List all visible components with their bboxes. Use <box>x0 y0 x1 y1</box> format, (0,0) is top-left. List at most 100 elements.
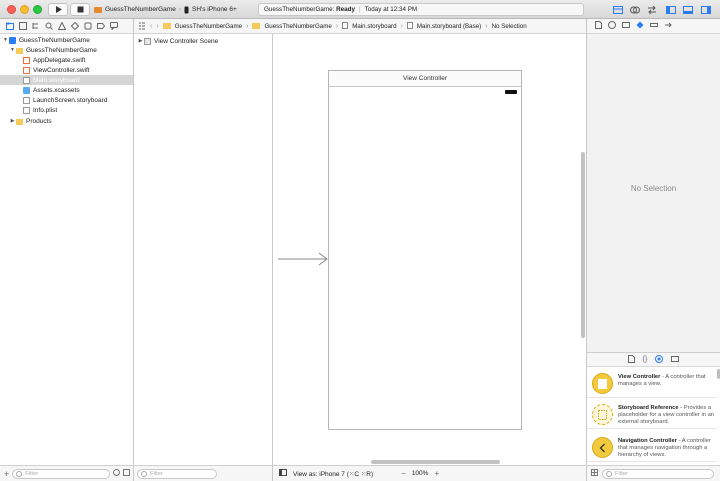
assistant-editor-icon <box>630 6 640 13</box>
chevron-right-icon: › <box>178 6 181 13</box>
media-library-tab[interactable] <box>671 355 680 365</box>
object-library-icon <box>655 354 664 363</box>
tree-file-infoplist[interactable]: Info.plist <box>0 105 133 115</box>
symbol-navigator-tab[interactable] <box>32 22 40 30</box>
file-inspector-tab[interactable] <box>595 21 602 31</box>
zoom-in-button[interactable]: + <box>434 469 439 478</box>
library-item-name: Navigation Controller <box>618 438 677 444</box>
disclosure-open-icon[interactable]: ▼ <box>9 47 16 53</box>
disclosure-closed-icon[interactable]: ▶ <box>137 38 144 44</box>
project-navigator-tab[interactable] <box>6 22 14 30</box>
outline-filter-input[interactable]: Filter <box>137 468 217 479</box>
attributes-inspector-tab[interactable] <box>636 21 644 31</box>
run-button[interactable] <box>48 3 68 16</box>
library-item-text: View Controller - A controller that mana… <box>618 374 706 387</box>
jumpbar-crumb-3[interactable]: Main.storyboard <box>352 23 396 30</box>
horizontal-scrollbar[interactable] <box>371 460 500 464</box>
tree-group[interactable]: ▼ GuessTheNumberGame <box>0 45 133 55</box>
source-control-filter-button[interactable] <box>123 469 131 478</box>
tree-file-viewcontroller[interactable]: ViewController.swift <box>0 65 133 75</box>
view-controller-scene[interactable]: View Controller <box>328 70 522 430</box>
library-item-storyboard-reference[interactable]: Storyboard Reference - Provides a placeh… <box>587 400 717 429</box>
disclosure-closed-icon[interactable]: ▶ <box>9 118 16 124</box>
toggle-navigator-button[interactable] <box>663 3 679 16</box>
tree-file-launchscreen[interactable]: LaunchScreen.storyboard <box>0 95 133 105</box>
forward-button[interactable]: › <box>156 23 158 30</box>
assistant-editor-button[interactable] <box>627 3 643 16</box>
add-file-button[interactable]: + <box>4 469 9 479</box>
file-template-library-tab[interactable] <box>627 354 635 365</box>
close-window-button[interactable] <box>7 5 16 14</box>
outline-scene-row[interactable]: ▶ View Controller Scene <box>134 36 272 46</box>
code-snippet-library-tab[interactable]: {} <box>643 356 648 363</box>
tree-file-main-storyboard[interactable]: Main.storyboard <box>0 75 133 85</box>
minimize-window-button[interactable] <box>20 5 29 14</box>
back-button[interactable]: ‹ <box>150 23 152 30</box>
breakpoint-navigator-tab[interactable] <box>97 22 105 30</box>
tree-project[interactable]: ▼ GuessTheNumberGame <box>0 35 133 45</box>
status-time: Today at 12:34 PM <box>364 6 418 13</box>
toggle-debug-area-button[interactable] <box>680 3 696 16</box>
toggle-utilities-button[interactable] <box>698 3 714 16</box>
find-navigator-tab[interactable] <box>45 22 53 30</box>
hierarchy-icon <box>32 23 38 29</box>
jumpbar-crumb-2[interactable]: GuessTheNumberGame <box>264 23 331 30</box>
file-label: Info.plist <box>33 106 58 114</box>
view-as-selector[interactable]: View as: iPhone 7 (⁙C ⁙R) <box>293 470 373 478</box>
navigator-filter-input[interactable]: Filter <box>12 468 111 479</box>
object-library: View Controller - A controller that mana… <box>586 367 720 465</box>
storyboard-reference-icon <box>592 404 613 425</box>
issue-navigator-tab[interactable] <box>58 22 66 30</box>
toggle-outline-button[interactable] <box>279 469 287 478</box>
object-library-tab[interactable] <box>655 354 664 365</box>
vertical-scrollbar[interactable] <box>581 152 585 338</box>
storyboard-canvas[interactable]: View Controller <box>273 34 586 465</box>
ruler-icon <box>650 23 658 27</box>
grid-icon <box>591 469 598 476</box>
tree-file-assets[interactable]: Assets.xcassets <box>0 85 133 95</box>
standard-editor-icon <box>613 5 623 14</box>
source-control-tab[interactable] <box>19 22 27 30</box>
id-card-icon <box>622 22 630 28</box>
disclosure-open-icon[interactable]: ▼ <box>2 37 9 43</box>
size-inspector-tab[interactable] <box>650 21 658 31</box>
navigator-selector-bar <box>0 19 134 34</box>
zoom-out-button[interactable]: − <box>401 469 406 478</box>
identity-inspector-tab[interactable] <box>622 21 630 31</box>
zoom-window-button[interactable] <box>33 5 42 14</box>
jumpbar-crumb-5[interactable]: No Selection <box>492 23 527 30</box>
folder-icon <box>16 47 23 54</box>
standard-editor-button[interactable] <box>610 3 626 16</box>
tree-file-appdelegate[interactable]: AppDelegate.swift <box>0 55 133 65</box>
jumpbar-crumb-4[interactable]: Main.storyboard (Base) <box>417 23 481 30</box>
version-editor-icon <box>648 5 656 14</box>
quick-help-tab[interactable] <box>608 21 616 31</box>
tree-group-products[interactable]: ▶ Products <box>0 116 133 126</box>
play-icon <box>55 6 62 13</box>
document-outline: ▶ View Controller Scene <box>134 34 273 465</box>
version-editor-button[interactable] <box>644 3 660 16</box>
debug-navigator-tab[interactable] <box>84 22 92 30</box>
connections-inspector-tab[interactable] <box>664 21 672 31</box>
test-navigator-tab[interactable] <box>71 22 79 30</box>
app-target-icon <box>94 6 102 13</box>
library-filter-input[interactable]: Filter <box>602 468 714 479</box>
grid-view-button[interactable] <box>591 469 598 478</box>
stop-icon <box>77 6 83 13</box>
folder-icon <box>6 22 14 30</box>
inspector-pane: No Selection <box>586 34 720 352</box>
warning-icon <box>58 22 66 30</box>
scene-icon <box>144 37 151 45</box>
library-item-view-controller[interactable]: View Controller - A controller that mana… <box>587 369 717 398</box>
related-items-icon[interactable] <box>138 22 146 30</box>
view-controller-icon <box>592 373 613 394</box>
recent-files-button[interactable] <box>113 469 121 478</box>
scheme-selector[interactable]: GuessTheNumberGame › SH's iPhone 6+ <box>94 3 237 16</box>
stop-button[interactable] <box>70 3 90 16</box>
view-controller-title[interactable]: View Controller <box>329 71 521 87</box>
products-label: Products <box>26 117 52 125</box>
breakpoint-icon <box>97 23 105 29</box>
library-item-navigation-controller[interactable]: Navigation Controller - A controller tha… <box>587 433 717 462</box>
report-navigator-tab[interactable] <box>110 22 118 30</box>
jumpbar-crumb-1[interactable]: GuessTheNumberGame <box>175 23 242 30</box>
